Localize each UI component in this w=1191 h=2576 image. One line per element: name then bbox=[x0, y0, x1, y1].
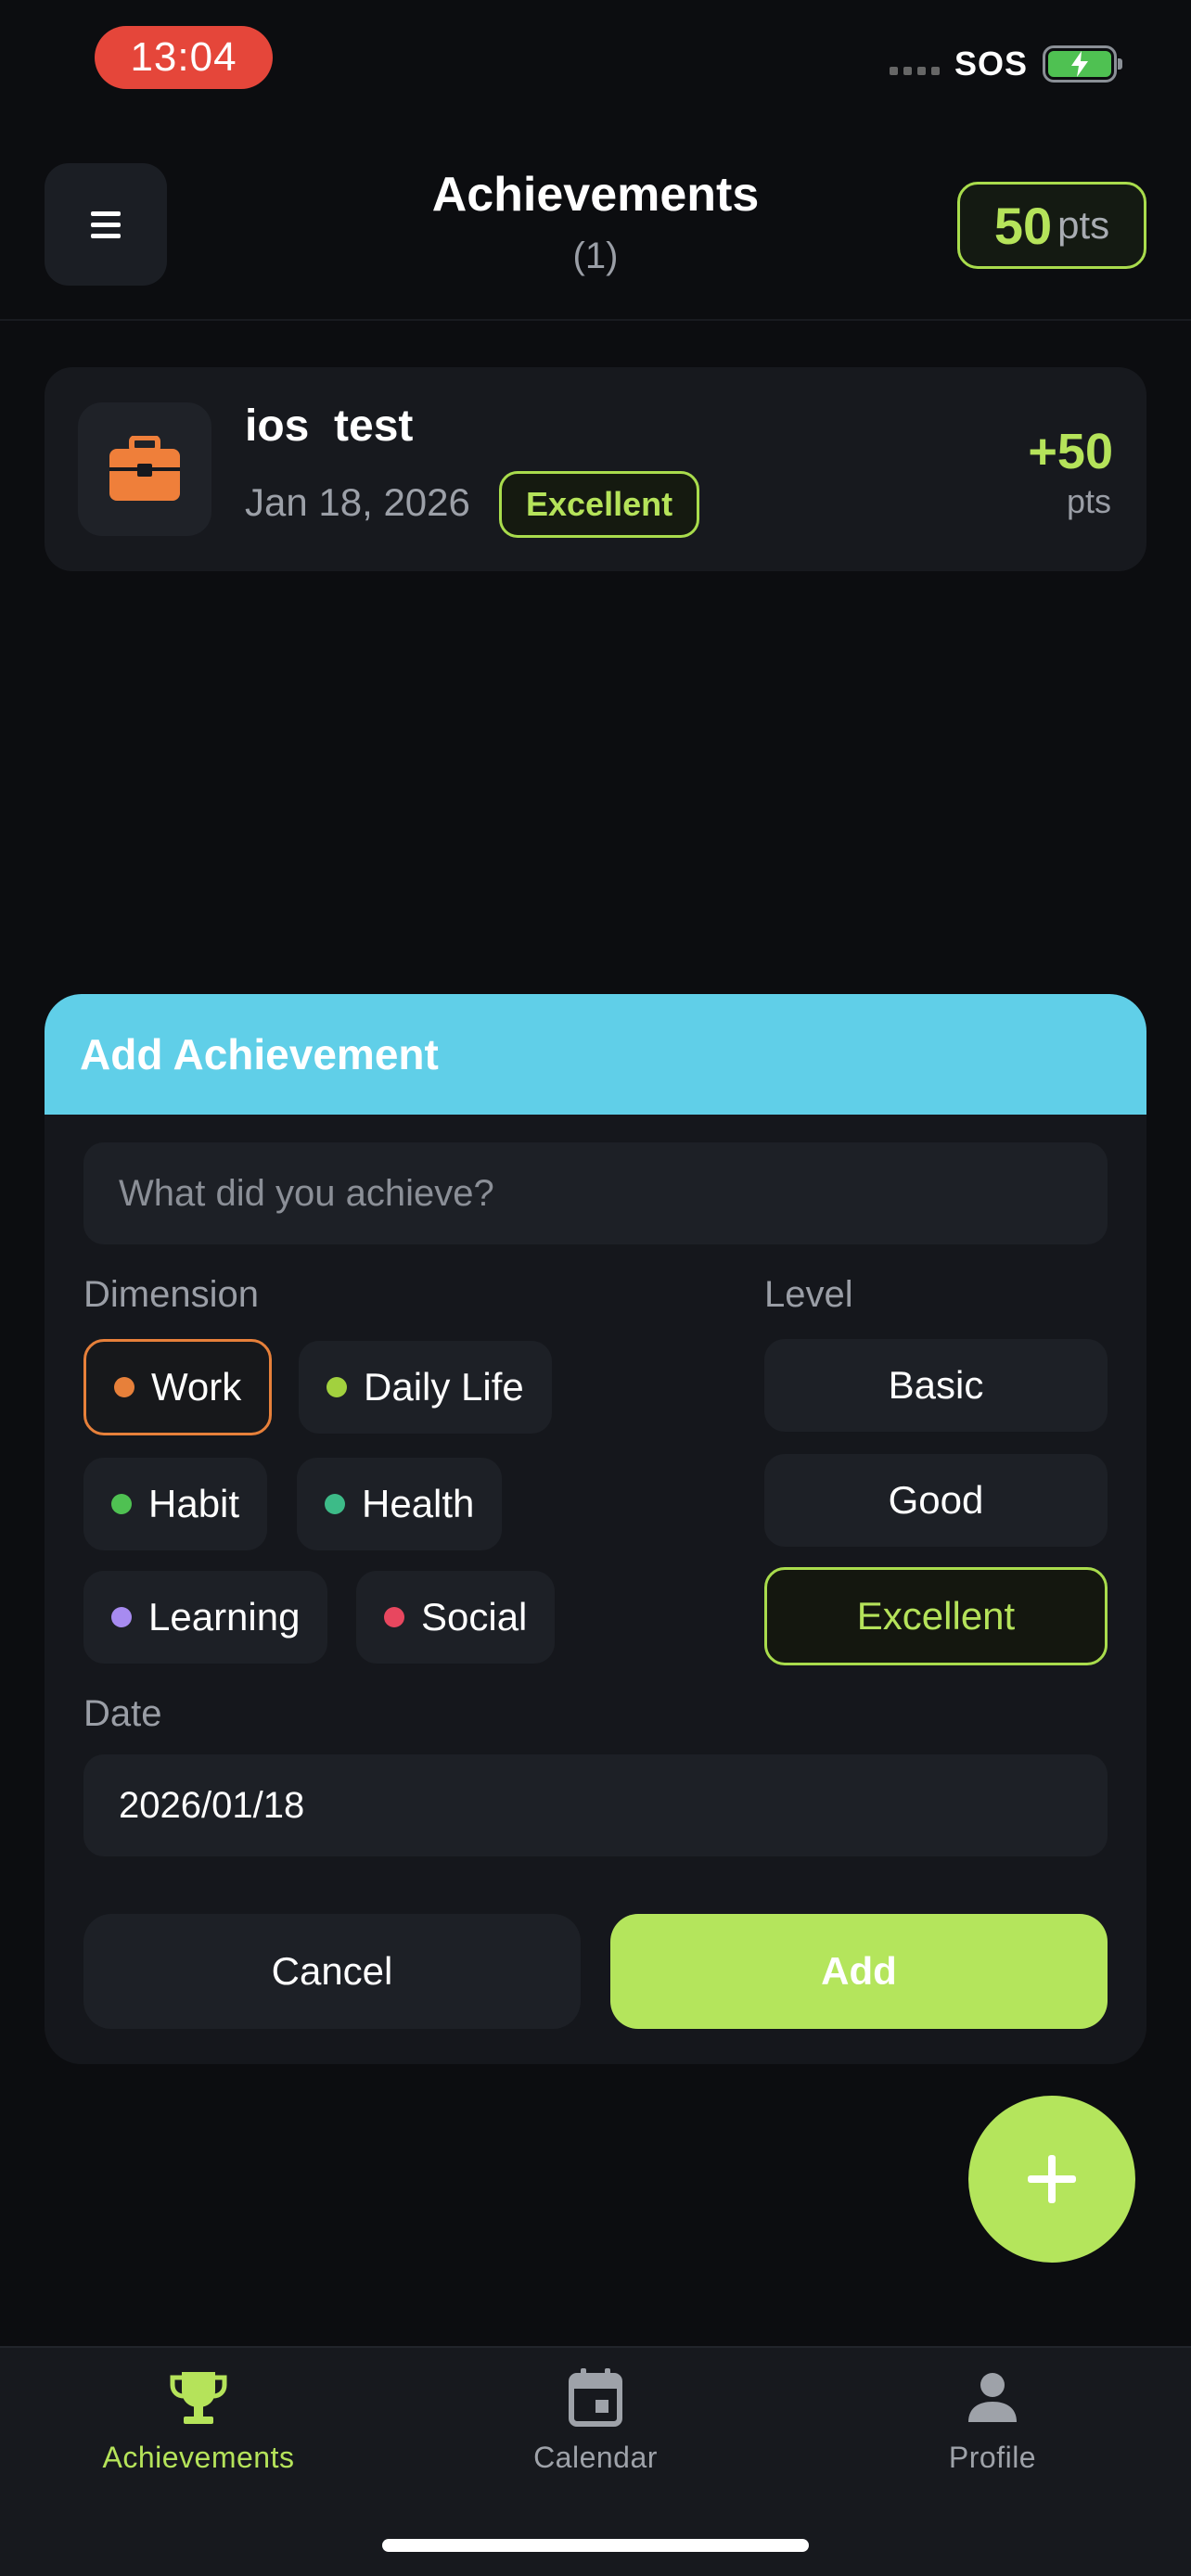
tab-achievements[interactable]: Achievements bbox=[59, 2366, 338, 2475]
tab-label: Profile bbox=[948, 2441, 1037, 2474]
briefcase-icon bbox=[109, 436, 180, 501]
dimension-chip-social[interactable]: Social bbox=[356, 1571, 556, 1664]
level-option-good[interactable]: Good bbox=[764, 1454, 1108, 1547]
dimension-chip-label: Learning bbox=[148, 1595, 301, 1639]
date-label: Date bbox=[83, 1693, 162, 1734]
habit-dot-icon bbox=[111, 1494, 132, 1514]
dimension-chip-work[interactable]: Work bbox=[83, 1339, 273, 1435]
header-divider bbox=[0, 319, 1191, 321]
home-indicator bbox=[382, 2539, 809, 2552]
dimension-chip-label: Work bbox=[151, 1365, 242, 1409]
total-points-badge: 50 pts bbox=[957, 182, 1146, 269]
tab-label: Calendar bbox=[533, 2441, 658, 2474]
dimension-label: Dimension bbox=[83, 1274, 259, 1315]
level-label: Level bbox=[764, 1274, 853, 1315]
level-option-basic[interactable]: Basic bbox=[764, 1339, 1108, 1432]
tab-label: Achievements bbox=[102, 2441, 295, 2474]
dimension-chip-daily-life[interactable]: Daily Life bbox=[299, 1341, 552, 1434]
dimension-chip-label: Daily Life bbox=[364, 1365, 524, 1409]
total-points-value: 50 bbox=[993, 196, 1053, 255]
add-achievement-modal: Add Achievement Dimension Level Work Dai… bbox=[45, 994, 1146, 2064]
health-dot-icon bbox=[325, 1494, 345, 1514]
dimension-chip-label: Social bbox=[421, 1595, 528, 1639]
social-dot-icon bbox=[384, 1607, 404, 1627]
achievement-level-badge: Excellent bbox=[499, 471, 700, 538]
work-dot-icon bbox=[114, 1377, 134, 1397]
dimension-chip-habit[interactable]: Habit bbox=[83, 1458, 268, 1550]
card-icon-container bbox=[78, 402, 211, 536]
trophy-icon bbox=[170, 2372, 227, 2424]
level-option-excellent[interactable]: Excellent bbox=[764, 1567, 1108, 1665]
add-achievement-fab[interactable] bbox=[968, 2096, 1135, 2263]
tab-profile[interactable]: Profile bbox=[853, 2366, 1132, 2475]
signal-icon bbox=[889, 49, 940, 79]
tab-calendar[interactable]: Calendar bbox=[456, 2366, 735, 2475]
modal-header: Add Achievement bbox=[45, 994, 1146, 1115]
total-points-unit: pts bbox=[1057, 203, 1110, 247]
battery-icon bbox=[1043, 45, 1122, 83]
achievement-input[interactable] bbox=[83, 1142, 1108, 1244]
person-icon bbox=[968, 2373, 1017, 2422]
date-field[interactable] bbox=[83, 1754, 1108, 1856]
achievement-date: Jan 18, 2026 bbox=[245, 480, 470, 524]
achievement-card[interactable]: ios test Jan 18, 2026 Excellent +50 pts bbox=[45, 367, 1146, 571]
status-indicators: SOS bbox=[889, 45, 1122, 83]
dimension-chip-learning[interactable]: Learning bbox=[83, 1571, 328, 1664]
learning-dot-icon bbox=[111, 1607, 132, 1627]
achievement-points-unit: pts bbox=[1066, 482, 1111, 520]
dimension-chip-label: Habit bbox=[148, 1482, 240, 1525]
status-time: 13:04 bbox=[95, 26, 273, 89]
dimension-chip-health[interactable]: Health bbox=[297, 1458, 503, 1550]
dimension-chip-label: Health bbox=[362, 1482, 475, 1525]
achievement-points: +50 bbox=[1028, 424, 1113, 479]
achievement-title: ios test bbox=[245, 402, 414, 451]
calendar-icon bbox=[569, 2368, 622, 2427]
modal-title: Add Achievement bbox=[80, 1030, 439, 1078]
plus-icon bbox=[1028, 2155, 1076, 2203]
add-button[interactable]: Add bbox=[610, 1914, 1108, 2029]
cancel-button[interactable]: Cancel bbox=[83, 1914, 581, 2029]
carrier-label: SOS bbox=[954, 45, 1028, 83]
daily-life-dot-icon bbox=[327, 1377, 347, 1397]
